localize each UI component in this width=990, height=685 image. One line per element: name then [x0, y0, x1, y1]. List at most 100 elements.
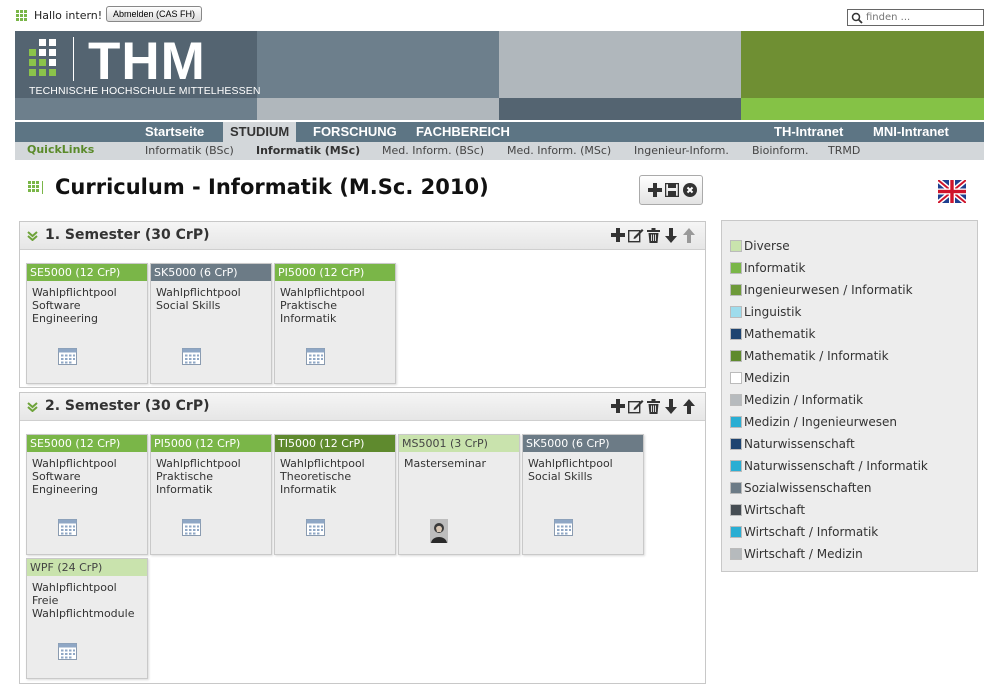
- nav-item-fachbereich[interactable]: FACHBEREICH: [409, 122, 517, 142]
- add-icon[interactable]: [611, 399, 625, 413]
- search-icon: [851, 12, 863, 24]
- module-line: Praktische: [280, 299, 337, 312]
- semester-2-toolbar: [611, 399, 697, 415]
- module-card[interactable]: PI5000 (12 CrP) Wahlpflichtpool Praktisc…: [274, 263, 396, 384]
- arrow-up-icon[interactable]: [682, 228, 696, 243]
- main-nav: Startseite STUDIUM FORSCHUNG FACHBEREICH…: [15, 122, 984, 142]
- legend-swatch: [730, 262, 742, 274]
- module-line: Theoretische: [280, 470, 352, 483]
- arrow-down-icon[interactable]: [664, 399, 678, 414]
- logo-divider: [73, 37, 74, 81]
- calendar-icon[interactable]: [306, 519, 325, 536]
- delete-icon[interactable]: [647, 399, 660, 414]
- module-card[interactable]: MS5001 (3 CrP) Masterseminar: [398, 434, 520, 555]
- legend-label: Medizin / Ingenieurwesen: [744, 415, 898, 429]
- delete-icon[interactable]: [647, 228, 660, 243]
- module-line: Wahlpflichtpool: [280, 286, 365, 299]
- banner-block-mid: [257, 31, 499, 98]
- module-line: Informatik: [280, 312, 337, 325]
- nav-item-forschung[interactable]: FORSCHUNG: [306, 122, 404, 142]
- subnav-med-inform-msc[interactable]: Med. Inform. (MSc): [507, 144, 611, 157]
- edit-icon[interactable]: [628, 399, 644, 414]
- save-icon[interactable]: [665, 183, 679, 197]
- module-description: Wahlpflichtpool Freie Wahlpflichtmodule: [27, 576, 147, 620]
- legend-label: Medizin: [744, 371, 790, 385]
- subnav-bioinform[interactable]: Bioinform.: [752, 144, 809, 157]
- banner-block-accent: [741, 98, 984, 120]
- module-description: Wahlpflichtpool Social Skills: [151, 281, 271, 312]
- calendar-icon[interactable]: [58, 348, 77, 365]
- nav-item-studium[interactable]: STUDIUM: [223, 122, 297, 142]
- calendar-icon[interactable]: [58, 643, 77, 660]
- add-icon[interactable]: [611, 228, 625, 242]
- calendar-icon[interactable]: [306, 348, 325, 365]
- subnav-trmd[interactable]: TRMD: [828, 144, 860, 157]
- logout-button[interactable]: Abmelden (CAS FH): [106, 6, 203, 22]
- module-line: Engineering: [32, 312, 98, 325]
- subnav-informatik-msc[interactable]: Informatik (MSc): [256, 144, 360, 157]
- title-grid-icon: [28, 181, 39, 192]
- legend-swatch: [730, 482, 742, 494]
- module-card[interactable]: TI5000 (12 CrP) Wahlpflichtpool Theoreti…: [274, 434, 396, 555]
- module-line: Software: [32, 299, 81, 312]
- nav-item-mni-intranet[interactable]: MNI-Intranet: [866, 122, 956, 142]
- add-icon[interactable]: [648, 183, 662, 197]
- arrow-up-icon[interactable]: [682, 399, 696, 414]
- module-line: Wahlpflichtmodule: [32, 607, 135, 620]
- edit-icon[interactable]: [628, 228, 644, 243]
- subnav-ingenieur-inform[interactable]: Ingenieur-Inform.: [634, 144, 729, 157]
- module-card[interactable]: PI5000 (12 CrP) Wahlpflichtpool Praktisc…: [150, 434, 272, 555]
- calendar-icon[interactable]: [58, 519, 77, 536]
- legend-swatch: [730, 306, 742, 318]
- legend-swatch: [730, 328, 742, 340]
- search-box[interactable]: [847, 9, 984, 26]
- module-code: TI5000 (12 CrP): [275, 435, 395, 452]
- banner-block-mid-lower: [257, 98, 499, 120]
- subnav-informatik-bsc[interactable]: Informatik (BSc): [145, 144, 234, 157]
- quicklinks-label[interactable]: QuickLinks: [27, 143, 94, 156]
- module-line: Freie: [32, 594, 59, 607]
- calendar-icon[interactable]: [182, 519, 201, 536]
- banner-block-green: [741, 31, 984, 98]
- calendar-icon[interactable]: [554, 519, 573, 536]
- legend-label: Diverse: [744, 239, 790, 253]
- thm-logo-grid-icon: [29, 39, 56, 76]
- thm-grid-icon: [16, 10, 27, 21]
- module-code: WPF (24 CrP): [27, 559, 147, 576]
- module-card[interactable]: WPF (24 CrP) Wahlpflichtpool Freie Wahlp…: [26, 558, 148, 679]
- title-toolbar: [639, 175, 703, 205]
- legend-swatch: [730, 350, 742, 362]
- module-card[interactable]: SK5000 (6 CrP) Wahlpflichtpool Social Sk…: [150, 263, 272, 384]
- banner: THM TECHNISCHE HOCHSCHULE MITTELHESSEN: [15, 31, 984, 120]
- title-divider: [42, 181, 43, 194]
- legend-label: Linguistik: [744, 305, 802, 319]
- uk-flag-icon[interactable]: [938, 180, 966, 203]
- legend-label: Wirtschaft: [744, 503, 806, 517]
- module-card[interactable]: SE5000 (12 CrP) Wahlpflichtpool Software…: [26, 263, 148, 384]
- subnav-med-inform-bsc[interactable]: Med. Inform. (BSc): [382, 144, 484, 157]
- chevron-down-icon[interactable]: [27, 402, 38, 412]
- module-description: Wahlpflichtpool Praktische Informatik: [275, 281, 395, 325]
- arrow-down-icon[interactable]: [664, 228, 678, 243]
- person-photo-icon[interactable]: [430, 519, 448, 543]
- search-input[interactable]: [866, 10, 981, 25]
- module-code: PI5000 (12 CrP): [275, 264, 395, 281]
- semester-1-toolbar: [611, 228, 697, 244]
- module-card[interactable]: SE5000 (12 CrP) Wahlpflichtpool Software…: [26, 434, 148, 555]
- module-code: SE5000 (12 CrP): [27, 435, 147, 452]
- legend-swatch: [730, 394, 742, 406]
- nav-item-startseite[interactable]: Startseite: [138, 122, 211, 142]
- legend-swatch: [730, 284, 742, 296]
- close-icon[interactable]: [683, 183, 697, 197]
- legend-swatch: [730, 240, 742, 252]
- legend-label: Mathematik / Informatik: [744, 349, 889, 363]
- nav-item-th-intranet[interactable]: TH-Intranet: [767, 122, 850, 142]
- legend-swatch: [730, 416, 742, 428]
- module-line: Informatik: [156, 483, 213, 496]
- module-card[interactable]: SK5000 (6 CrP) Wahlpflichtpool Social Sk…: [522, 434, 644, 555]
- calendar-icon[interactable]: [182, 348, 201, 365]
- banner-block-light-lower: [499, 98, 741, 120]
- chevron-down-icon[interactable]: [27, 231, 38, 241]
- top-bar: Hallo intern! Abmelden (CAS FH): [0, 0, 990, 31]
- semester-2-panel: 2. Semester (30 CrP) SE5000 (12 CrP) Wah…: [19, 392, 706, 684]
